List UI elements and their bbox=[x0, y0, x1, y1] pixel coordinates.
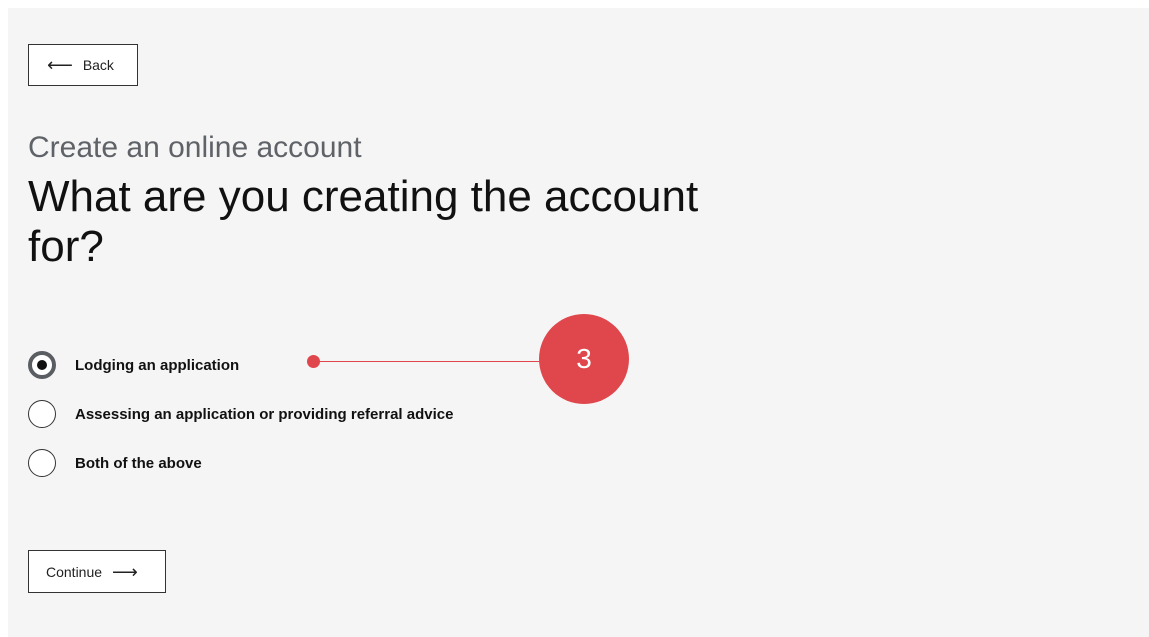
radio-unselected-icon[interactable] bbox=[28, 400, 56, 428]
option-assessing[interactable]: Assessing an application or providing re… bbox=[28, 398, 453, 430]
option-both[interactable]: Both of the above bbox=[28, 447, 453, 479]
arrow-right-icon: ⟶ bbox=[112, 561, 138, 582]
page-title: What are you creating the account for? bbox=[28, 172, 699, 271]
annotation-line bbox=[313, 361, 543, 362]
continue-button-label: Continue bbox=[46, 563, 103, 580]
annotation-dot bbox=[307, 355, 320, 368]
option-label: Assessing an application or providing re… bbox=[75, 405, 454, 423]
page-kicker: Create an online account bbox=[28, 131, 362, 164]
option-label: Lodging an application bbox=[75, 356, 240, 374]
back-button[interactable]: ⟵ Back bbox=[28, 44, 138, 86]
option-lodging[interactable]: Lodging an application bbox=[28, 349, 453, 381]
arrow-left-icon: ⟵ bbox=[47, 55, 73, 75]
option-label: Both of the above bbox=[75, 454, 202, 472]
account-purpose-radio-group: Lodging an application Assessing an appl… bbox=[28, 349, 453, 496]
radio-unselected-icon[interactable] bbox=[28, 449, 56, 477]
radio-selected-icon[interactable] bbox=[28, 351, 56, 379]
radio-dot bbox=[37, 360, 47, 370]
annotation-badge: 3 bbox=[539, 314, 629, 404]
back-button-label: Back bbox=[82, 57, 114, 73]
continue-button[interactable]: Continue ⟶ bbox=[28, 550, 166, 593]
